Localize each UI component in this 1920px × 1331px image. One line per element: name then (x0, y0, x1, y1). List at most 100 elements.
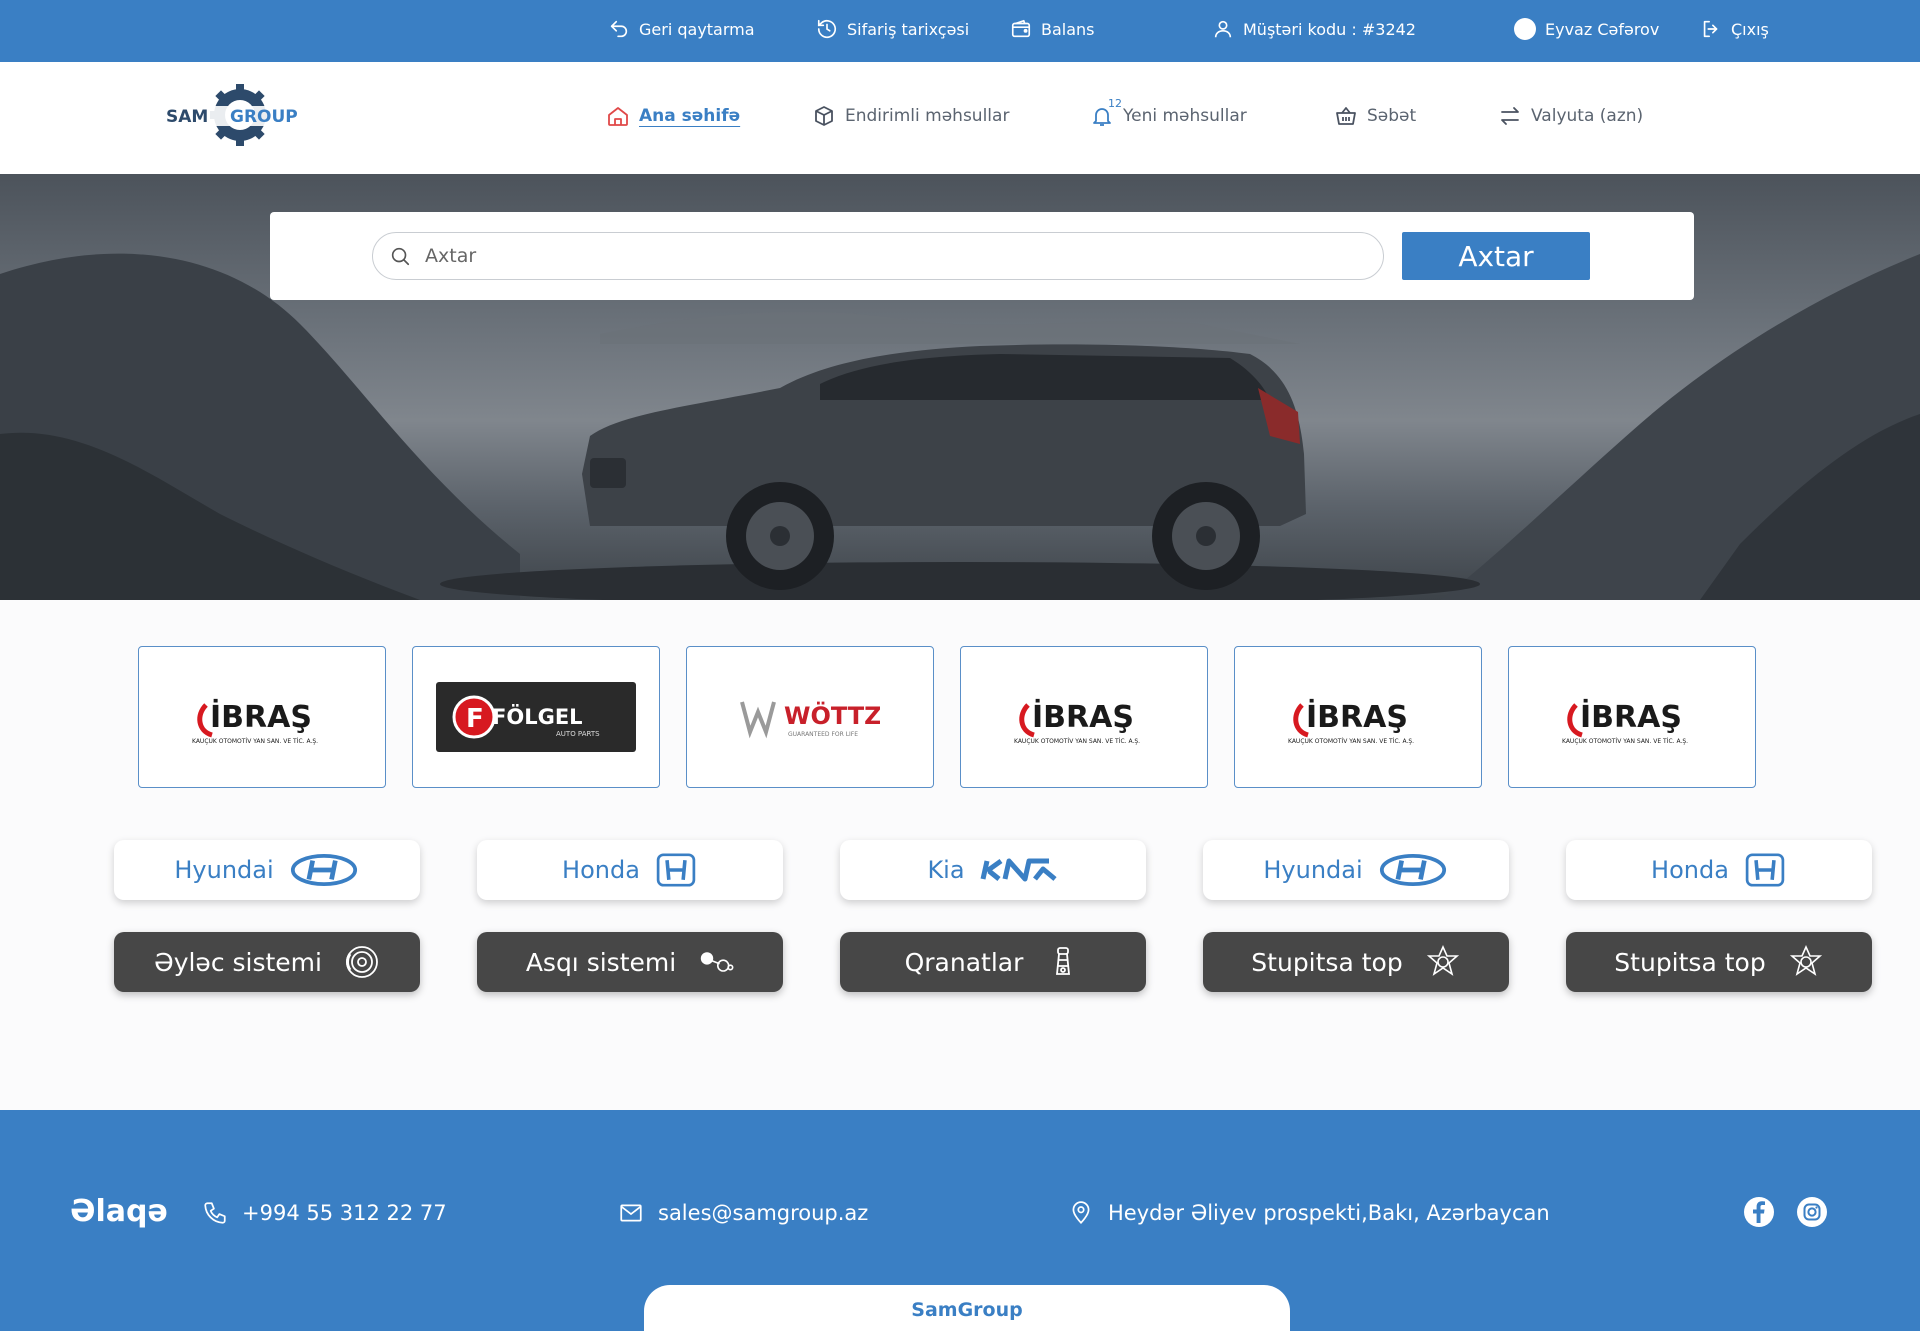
svg-text:GROUP: GROUP (230, 107, 298, 127)
brand-card-folgel[interactable]: F FÖLGEL AUTO PARTS (412, 646, 660, 788)
hero-banner: Axtar (0, 174, 1920, 600)
make-card-hyundai[interactable]: Hyundai (1203, 840, 1509, 900)
nav-cart-label: Səbət (1367, 106, 1417, 126)
search-icon (391, 247, 410, 266)
footer-email-text: sales@samgroup.az (658, 1201, 869, 1225)
footer-email[interactable]: sales@samgroup.az (618, 1198, 868, 1228)
main-nav: SAM GROUP Ana səhifə Endirimli məhsullar… (0, 62, 1920, 174)
brake-disc-icon (345, 946, 378, 978)
svg-text:WÖTTZ: WÖTTZ (784, 700, 880, 730)
return-label: Geri qaytarma (639, 19, 755, 39)
box-icon (815, 106, 833, 126)
category-wheel-hub[interactable]: Stupitsa top (1566, 932, 1872, 992)
nav-home[interactable]: Ana səhifə (606, 96, 740, 136)
phone-icon (204, 1202, 226, 1224)
category-label: Stupitsa top (1614, 947, 1766, 977)
top-bar: Geri qaytarma Sifariş tarixçəsi Balans M… (0, 0, 1920, 62)
make-card-honda[interactable]: Honda (477, 840, 783, 900)
make-card-hyundai[interactable]: Hyundai (114, 840, 420, 900)
svg-text:GUARANTEED FOR LIFE: GUARANTEED FOR LIFE (788, 731, 858, 738)
svg-text:SAM: SAM (166, 107, 208, 127)
svg-text:KAUÇUK OTOMOTİV YAN SAN. VE Tİ: KAUÇUK OTOMOTİV YAN SAN. VE TİC. A.Ş. (192, 738, 318, 745)
category-label: Asqı sistemi (525, 947, 677, 977)
svg-text:KAUÇUK OTOMOTİV YAN SAN. VE Tİ: KAUÇUK OTOMOTİV YAN SAN. VE TİC. A.Ş. (1014, 738, 1140, 745)
wheel-hub-icon (1426, 945, 1459, 976)
search-button[interactable]: Axtar (1402, 232, 1590, 280)
footer-address-text: Heydər Əliyev prospekti,Bakı, Azərbaycan (1108, 1201, 1550, 1225)
svg-text:İBRAŞ: İBRAŞ (210, 699, 312, 735)
suspension-icon (700, 952, 734, 972)
make-label: Hyundai (174, 856, 274, 884)
customer-code-label: Müştəri kodu : #3242 (1243, 19, 1416, 39)
brand-card-wottz[interactable]: WÖTTZ GUARANTEED FOR LIFE (686, 646, 934, 788)
brand-card-ibras[interactable]: İBRAŞ KAUÇUK OTOMOTİV YAN SAN. VE TİC. A… (1508, 646, 1756, 788)
user-profile[interactable]: Eyvaz Cəfərov (1514, 0, 1659, 58)
ibras-logo: İBRAŞ KAUÇUK OTOMOTİV YAN SAN. VE TİC. A… (192, 699, 318, 745)
user-icon (1214, 20, 1232, 38)
svg-text:İBRAŞ: İBRAŞ (1032, 699, 1134, 735)
search-input[interactable] (425, 245, 1325, 267)
svg-text:F: F (466, 704, 484, 734)
nav-new-products[interactable]: 12 Yeni məhsullar (1090, 96, 1247, 136)
folgel-logo: F FÖLGEL AUTO PARTS (436, 682, 636, 752)
order-history-link[interactable]: Sifariş tarixçəsi (816, 0, 969, 58)
wottz-logo: WÖTTZ GUARANTEED FOR LIFE (740, 700, 880, 739)
customer-code: Müştəri kodu : #3242 (1212, 0, 1416, 58)
make-card-honda[interactable]: Honda (1566, 840, 1872, 900)
nav-discounted-label: Endirimli məhsullar (845, 106, 1010, 126)
svg-text:KAUÇUK OTOMOTİV YAN SAN. VE Tİ: KAUÇUK OTOMOTİV YAN SAN. VE TİC. A.Ş. (1288, 738, 1414, 745)
home-icon (608, 107, 628, 126)
brand-card-ibras[interactable]: İBRAŞ KAUÇUK OTOMOTİV YAN SAN. VE TİC. A… (138, 646, 386, 788)
hyundai-logo-icon (290, 853, 357, 887)
svg-text:KAUÇUK OTOMOTİV YAN SAN. VE Tİ: KAUÇUK OTOMOTİV YAN SAN. VE TİC. A.Ş. (1562, 738, 1688, 745)
footer-brand-tab: SamGroup (644, 1285, 1290, 1331)
logout-label: Çıxış (1731, 19, 1769, 39)
make-card-kia[interactable]: Kia (840, 840, 1146, 900)
nav-new-products-label: Yeni məhsullar (1123, 106, 1247, 126)
new-count-badge: 12 (1108, 97, 1122, 110)
search-field[interactable] (372, 232, 1384, 280)
nav-cart[interactable]: Səbət (1334, 96, 1416, 136)
samgroup-logo[interactable]: SAM GROUP (164, 78, 314, 152)
footer-address[interactable]: Heydər Əliyev prospekti,Bakı, Azərbaycan (1068, 1198, 1550, 1228)
location-pin-icon (1072, 1201, 1090, 1224)
category-label: Qranatlar (904, 947, 1024, 977)
make-label: Honda (1651, 856, 1729, 884)
brand-card-ibras[interactable]: İBRAŞ KAUÇUK OTOMOTİV YAN SAN. VE TİC. A… (1234, 646, 1482, 788)
category-wheel-hub[interactable]: Stupitsa top (1203, 932, 1509, 992)
honda-logo-icon (656, 853, 696, 887)
balance-label: Balans (1041, 19, 1095, 39)
ibras-logo: İBRAŞ KAUÇUK OTOMOTİV YAN SAN. VE TİC. A… (1014, 699, 1140, 745)
svg-text:FÖLGEL: FÖLGEL (492, 704, 583, 729)
svg-text:İBRAŞ: İBRAŞ (1306, 699, 1408, 735)
category-label: Stupitsa top (1251, 947, 1403, 977)
ibras-logo: İBRAŞ KAUÇUK OTOMOTİV YAN SAN. VE TİC. A… (1288, 699, 1414, 745)
nav-currency[interactable]: Valyuta (azn) (1498, 96, 1643, 136)
footer: Əlaqə +994 55 312 22 77 sales@samgroup.a… (0, 1110, 1920, 1331)
honda-logo-icon (1745, 853, 1785, 887)
basket-icon (1336, 107, 1356, 125)
history-clock-icon (817, 19, 837, 39)
instagram-icon[interactable] (1796, 1196, 1828, 1228)
kia-logo-icon (980, 858, 1057, 882)
order-history-label: Sifariş tarixçəsi (847, 19, 970, 39)
ibras-logo: İBRAŞ KAUÇUK OTOMOTİV YAN SAN. VE TİC. A… (1562, 699, 1688, 745)
svg-text:İBRAŞ: İBRAŞ (1580, 699, 1682, 735)
facebook-icon[interactable] (1743, 1196, 1775, 1228)
gear-logo-icon: SAM GROUP (164, 84, 314, 146)
footer-phone[interactable]: +994 55 312 22 77 (202, 1198, 447, 1228)
nav-home-label: Ana səhifə (639, 106, 741, 126)
undo-arrow-icon (610, 20, 628, 38)
category-brake-system[interactable]: Əyləc sistemi (114, 932, 420, 992)
balance-link[interactable]: Balans (1010, 0, 1095, 58)
make-label: Hyundai (1263, 856, 1363, 884)
exchange-arrows-icon (1501, 107, 1519, 125)
brand-card-ibras[interactable]: İBRAŞ KAUÇUK OTOMOTİV YAN SAN. VE TİC. A… (960, 646, 1208, 788)
svg-text:AUTO PARTS: AUTO PARTS (556, 730, 600, 738)
wheel-hub-icon (1789, 945, 1822, 976)
return-link[interactable]: Geri qaytarma (608, 0, 755, 58)
nav-discounted[interactable]: Endirimli məhsullar (812, 96, 1009, 136)
category-cv-joints[interactable]: Qranatlar (840, 932, 1146, 992)
logout-link[interactable]: Çıxış (1700, 0, 1769, 58)
category-suspension[interactable]: Asqı sistemi (477, 932, 783, 992)
